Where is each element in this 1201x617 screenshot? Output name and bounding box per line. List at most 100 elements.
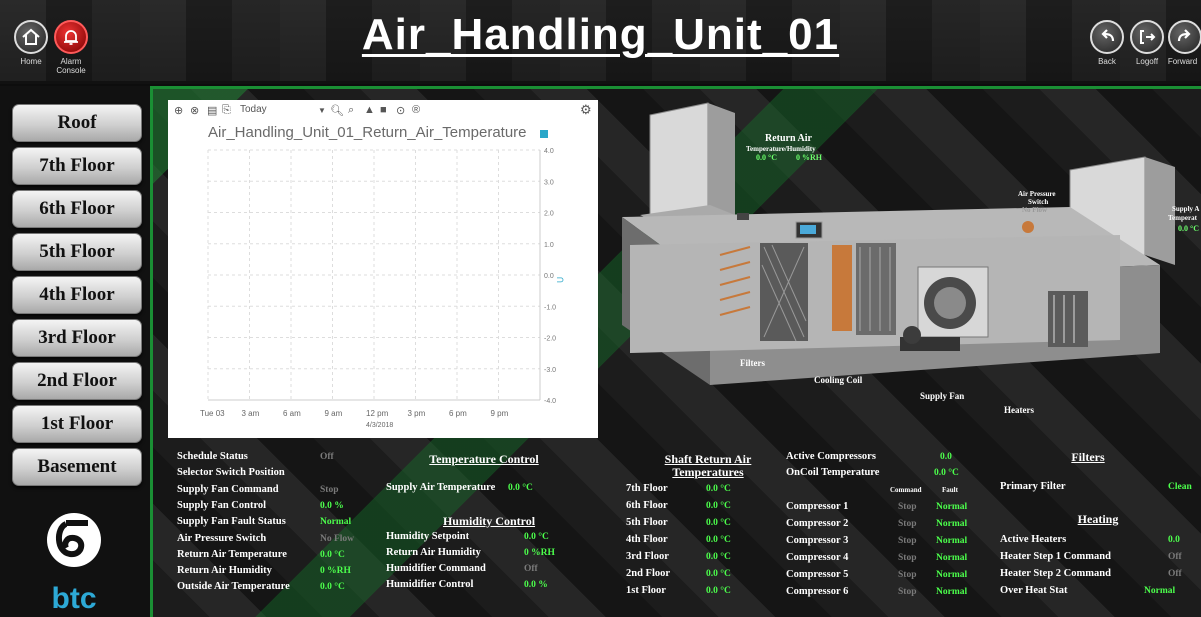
heating-label: Heater Step 2 Command	[1000, 568, 1111, 579]
shaft-floor-value: 0.0 °C	[706, 484, 731, 494]
compressor-fault: Normal	[936, 502, 968, 512]
status-label: Selector Switch Position	[177, 467, 285, 479]
nav-5th-floor-button[interactable]: 5th Floor	[12, 233, 142, 271]
nav-7th-floor-button[interactable]: 7th Floor	[12, 147, 142, 185]
return-air-label: Return Air	[765, 133, 812, 144]
y-tick-label: -1.0	[544, 304, 556, 311]
y-tick-label: 2.0	[544, 211, 554, 218]
shaft-floor-label: 2nd Floor	[626, 568, 671, 579]
return-air-rh-value: 0 %RH	[796, 153, 822, 162]
status-label: Outside Air Temperature	[177, 581, 290, 593]
shaft-floor-label: 3rd Floor	[626, 551, 669, 562]
arrow-right-icon	[1177, 29, 1191, 42]
forward-button[interactable]	[1168, 20, 1201, 54]
status-value: 0 %RH	[320, 566, 351, 577]
shaft-floor-label: 4th Floor	[626, 534, 668, 545]
status-value: No Flow	[320, 533, 355, 544]
filters-title: Filters	[1071, 450, 1105, 464]
compressor-label: Compressor 5	[786, 569, 849, 580]
return-air-temp-value: 0.0 °C	[756, 153, 777, 162]
humidity-label: Return Air Humidity	[386, 547, 481, 558]
supply-fan-label: Supply Fan	[920, 391, 965, 401]
logoff-label: Logoff	[1135, 57, 1159, 66]
y-tick-label: -2.0	[544, 336, 556, 343]
page-title: Air_Handling_Unit_01	[361, 10, 840, 59]
fault-header: Fault	[942, 486, 958, 494]
ahu-diagram: Return Air Temperature/Humidity 0.0 °C 0…	[600, 95, 1201, 435]
compressor-label: Compressor 1	[786, 501, 849, 512]
compressor-label: Compressor 4	[786, 552, 849, 563]
y-tick-label: -4.0	[544, 398, 556, 405]
supply-air-temp-label: Supply Air Temperature	[386, 482, 496, 493]
compressor-fault: Normal	[936, 570, 968, 580]
trend-chart-panel: ⊕ ⊗ ▤ ⎘ Today ▼ 🔍︎ ⌕ ▲ ■ ⊙ ® ⚙ Air_Handl…	[168, 100, 598, 438]
forward-label: Forward	[1167, 57, 1198, 66]
y-tick-label: 0.0	[544, 273, 554, 280]
nav-3rd-floor-button[interactable]: 3rd Floor	[12, 319, 142, 357]
y-tick-label: 1.0	[544, 242, 554, 249]
status-label: Schedule Status	[177, 451, 248, 462]
x-tick-label: 3 pm	[408, 409, 426, 418]
primary-filter-label: Primary Filter	[1000, 481, 1066, 492]
heating-label: Heater Step 1 Command	[1000, 551, 1111, 562]
shaft-floor-value: 0.0 °C	[706, 569, 731, 579]
heating-label: Active Heaters	[1000, 534, 1067, 545]
compressor-command: Stop	[898, 519, 917, 529]
back-button[interactable]	[1090, 20, 1124, 54]
x-tick-label: 6 am	[283, 409, 301, 418]
primary-filter-value: Clean	[1168, 482, 1192, 492]
nav-6th-floor-button[interactable]: 6th Floor	[12, 190, 142, 228]
x-tick-label: 6 pm	[449, 409, 467, 418]
oncoil-temp-value: 0.0 °C	[934, 468, 959, 478]
trend-chart: 4.0 3.0 2.0 1.0 0.0 -1.0 -2.0 -3.0 -4.0 Tue 03 3 a…	[200, 148, 564, 429]
supply-air-label-1: Supply A	[1172, 205, 1200, 213]
compressor-fault: Normal	[936, 553, 968, 563]
logo-text: btc	[51, 582, 97, 615]
cooling-coil-label: Cooling Coil	[814, 375, 863, 385]
nav-2nd-floor-button[interactable]: 2nd Floor	[12, 362, 142, 400]
heating-value: Off	[1168, 552, 1182, 562]
status-value: Off	[320, 452, 334, 462]
shaft-floor-label: 7th Floor	[626, 483, 668, 494]
series-axis-icon: ⊃	[556, 275, 564, 286]
compressor-command: Stop	[898, 502, 917, 512]
x-date-label: 4/3/2018	[366, 422, 393, 429]
ahu-illustration	[622, 102, 1175, 385]
compressor-label: Compressor 6	[786, 586, 849, 597]
humidity-value: Off	[524, 564, 538, 574]
air-pressure-switch-label-2: Switch	[1028, 198, 1049, 206]
back-label: Back	[1098, 57, 1116, 66]
status-label: Air Pressure Switch	[177, 532, 267, 544]
air-pressure-switch-label-1: Air Pressure	[1018, 190, 1056, 198]
status-value: 0.0 °C	[320, 549, 345, 560]
status-value: 0.0 %	[320, 500, 344, 511]
y-tick-label: -3.0	[544, 367, 556, 374]
humidity-label: Humidifier Command	[386, 563, 486, 574]
compressor-fault: Normal	[936, 519, 968, 529]
logoff-button[interactable]	[1130, 20, 1164, 54]
active-compressors-value: 0.0	[940, 452, 952, 462]
status-label: Return Air Temperature	[177, 548, 287, 560]
y-tick-label: 3.0	[544, 179, 554, 186]
nav-basement-button[interactable]: Basement	[12, 448, 142, 486]
humidity-label: Humidifier Control	[386, 579, 474, 590]
heating-title: Heating	[1077, 512, 1119, 526]
status-label: Return Air Humidity	[177, 565, 272, 577]
shaft-floor-value: 0.0 °C	[706, 535, 731, 545]
compressor-command: Stop	[898, 553, 917, 563]
shaft-floor-value: 0.0 °C	[706, 552, 731, 562]
x-tick-label: 9 pm	[491, 409, 509, 418]
nav-1st-floor-button[interactable]: 1st Floor	[12, 405, 142, 443]
compressor-label: Compressor 2	[786, 518, 849, 529]
logoff-icon	[1140, 30, 1156, 44]
heating-value: Normal	[1144, 586, 1176, 596]
shaft-floor-label: 5th Floor	[626, 517, 668, 528]
compressor-command: Stop	[898, 536, 917, 546]
active-compressors-label: Active Compressors	[786, 451, 876, 462]
heating-label: Over Heat Stat	[1000, 585, 1068, 596]
header-bar: Home Alarm Console Air_Handling_Unit_01 B…	[0, 0, 1201, 84]
nav-roof-button[interactable]: Roof	[12, 104, 142, 142]
compressor-fault: Normal	[936, 587, 968, 597]
x-tick-label: 9 am	[325, 409, 343, 418]
nav-4th-floor-button[interactable]: 4th Floor	[12, 276, 142, 314]
